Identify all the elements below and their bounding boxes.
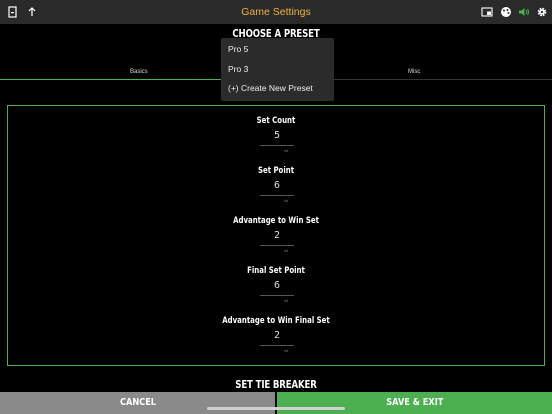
field-unit: /ct — [284, 148, 289, 153]
picture-in-picture-icon[interactable] — [480, 5, 494, 19]
save-exit-button-label: SAVE & EXIT — [385, 397, 444, 408]
page-title: Game Settings — [241, 6, 311, 18]
field-unit: /ct — [284, 198, 289, 203]
tab-divider — [334, 79, 552, 80]
tab-misc[interactable]: Misc — [408, 69, 420, 75]
field-advantage-to-win-set: Advantage to Win Set 2 /ct — [8, 216, 544, 253]
preset-option-pro-3[interactable]: Pro 3 — [228, 64, 248, 74]
save-exit-button[interactable]: SAVE & EXIT — [277, 392, 552, 414]
set-point-input[interactable]: 6 — [260, 180, 294, 191]
input-underline — [260, 195, 294, 196]
advantage-to-win-set-input[interactable]: 2 — [260, 230, 294, 241]
cancel-button[interactable]: CANCEL — [0, 392, 275, 414]
input-underline — [260, 295, 294, 296]
field-unit: /ct — [284, 348, 289, 353]
field-unit: /ct — [284, 298, 289, 303]
tab-basics[interactable]: Basics — [130, 69, 148, 75]
field-label: Set Count — [256, 116, 296, 126]
field-unit: /ct — [284, 248, 289, 253]
tiebreaker-heading: SET TIE BREAKER — [235, 379, 317, 391]
top-bar: Game Settings — [0, 0, 552, 24]
preset-dropdown: Pro 5 Pro 3 (+) Create New Preset — [221, 38, 334, 101]
input-underline — [260, 345, 294, 346]
palette-icon[interactable] — [499, 5, 513, 19]
final-set-point-input[interactable]: 6 — [260, 280, 294, 291]
volume-icon[interactable] — [517, 5, 531, 19]
cancel-button-label: CANCEL — [119, 397, 156, 408]
field-set-point: Set Point 6 /ct — [8, 166, 544, 203]
field-set-count: Set Count 5 /ct — [8, 116, 544, 153]
field-final-set-point: Final Set Point 6 /ct — [8, 266, 544, 303]
field-label: Set Point — [257, 166, 295, 176]
gear-icon[interactable] — [535, 5, 549, 19]
field-advantage-to-win-final-set: Advantage to Win Final Set 2 /ct — [8, 316, 544, 353]
field-label: Advantage to Win Final Set — [222, 316, 330, 326]
settings-panel: Set Count 5 /ct Set Point 6 /ct Advantag… — [7, 105, 545, 366]
input-underline — [260, 145, 294, 146]
input-underline — [260, 245, 294, 246]
advantage-to-win-final-set-input[interactable]: 2 — [260, 330, 294, 341]
field-label: Final Set Point — [247, 266, 305, 276]
home-indicator — [207, 407, 345, 410]
preset-option-pro-5[interactable]: Pro 5 — [228, 44, 248, 54]
tab-basics-indicator — [0, 79, 221, 80]
field-label: Advantage to Win Set — [233, 216, 319, 226]
set-count-input[interactable]: 5 — [260, 130, 294, 141]
create-new-preset-option[interactable]: (+) Create New Preset — [228, 83, 313, 93]
